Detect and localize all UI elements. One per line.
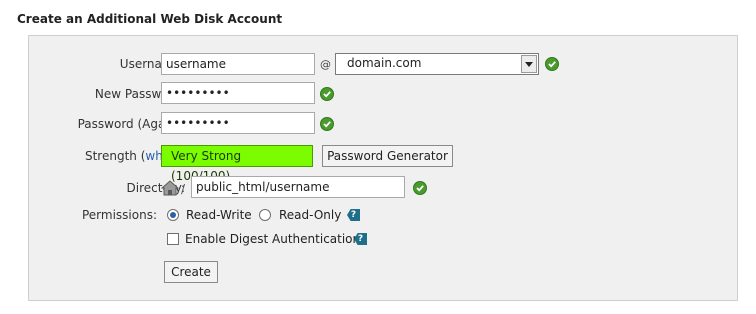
domain-select[interactable]: domain.com — [335, 53, 539, 75]
create-button[interactable]: Create — [164, 261, 218, 283]
new-password-valid-check-icon — [320, 87, 334, 101]
chevron-down-icon[interactable] — [521, 55, 537, 73]
directory-valid-check-icon — [413, 181, 427, 195]
password-again-valid-check-icon — [320, 117, 334, 131]
read-only-label[interactable]: Read-Only — [279, 208, 341, 222]
digest-auth-checkbox[interactable] — [167, 233, 179, 245]
web-disk-form-panel: Username: username @ domain.com New Pass… — [28, 35, 738, 301]
strength-meter: Very Strong (100/100) — [161, 145, 313, 183]
new-password-input[interactable]: ••••••••• — [161, 82, 315, 104]
at-sign: @ — [320, 58, 331, 71]
directory-input[interactable]: public_html/username — [191, 176, 405, 198]
read-only-radio[interactable] — [259, 209, 271, 221]
home-icon — [160, 179, 180, 197]
permissions-label: Permissions: — [81, 208, 157, 222]
radio-selected-dot — [170, 212, 176, 218]
username-valid-check-icon — [545, 57, 559, 71]
domain-select-value: domain.com — [347, 56, 422, 70]
digest-auth-label[interactable]: Enable Digest Authentication — [185, 232, 360, 246]
read-write-label[interactable]: Read-Write — [186, 208, 252, 222]
page-title: Create an Additional Web Disk Account — [17, 12, 283, 26]
directory-prefix: / — [181, 182, 186, 196]
read-write-radio[interactable] — [167, 209, 179, 221]
permissions-help-tag-icon[interactable]: ? — [347, 209, 360, 221]
password-again-input[interactable]: ••••••••• — [161, 112, 315, 134]
password-generator-button[interactable]: Password Generator — [322, 145, 453, 167]
username-input[interactable]: username — [161, 53, 315, 75]
